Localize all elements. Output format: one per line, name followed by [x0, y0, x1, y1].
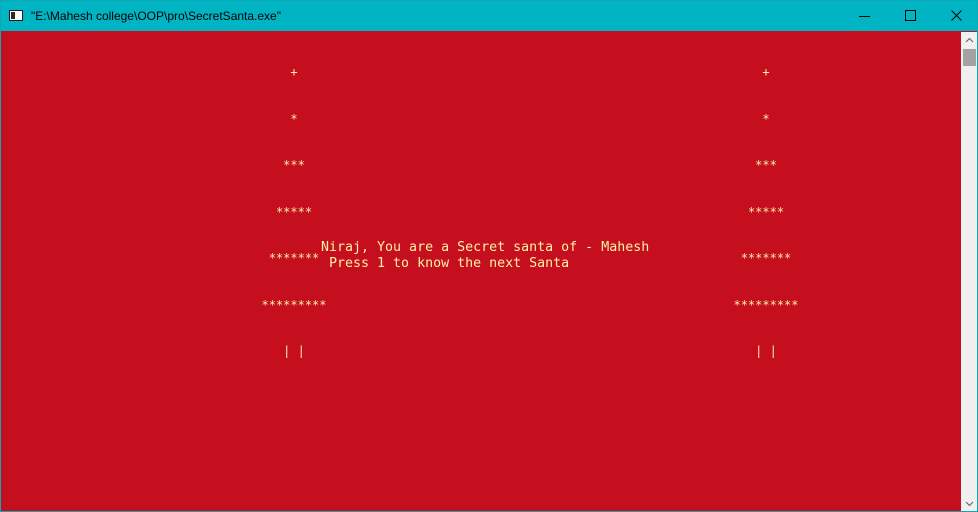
- scroll-down-arrow-icon: [965, 501, 974, 507]
- scroll-thumb[interactable]: [963, 49, 976, 66]
- secret-santa-message: Niraj, You are a Secret santa of - Mahes…: [321, 240, 650, 255]
- minimize-icon: [859, 16, 870, 17]
- console-output[interactable]: + * *** ***** ******* ********* | | + * …: [1, 32, 961, 511]
- tree-row: *********: [261, 297, 327, 312]
- tree-row: ***: [283, 158, 305, 172]
- tree-row: +: [290, 65, 298, 79]
- close-button[interactable]: [934, 1, 977, 31]
- next-santa-prompt: Press 1 to know the next Santa: [321, 256, 570, 271]
- tree-row: *: [290, 111, 298, 126]
- tree-row: *****: [747, 204, 785, 219]
- close-icon: [951, 10, 962, 21]
- scroll-down-button[interactable]: [961, 495, 977, 511]
- minimize-button[interactable]: [842, 1, 888, 31]
- scroll-up-arrow-icon: [965, 37, 974, 43]
- christmas-tree-right: + * *** ***** ******* ********* | |: [721, 34, 811, 391]
- vertical-scrollbar[interactable]: [961, 32, 977, 511]
- scroll-up-button[interactable]: [961, 32, 977, 49]
- tree-row: *****: [275, 204, 313, 219]
- tree-trunk: | |: [755, 344, 777, 358]
- title-bar[interactable]: "E:\Mahesh college\OOP\pro\SecretSanta.e…: [1, 1, 977, 31]
- tree-row: *********: [733, 297, 799, 312]
- tree-row: +: [762, 65, 770, 79]
- tree-row: *******: [740, 251, 792, 265]
- tree-trunk: | |: [283, 344, 305, 358]
- tree-row: ***: [755, 158, 777, 172]
- christmas-tree-left: + * *** ***** ******* ********* | |: [249, 34, 339, 391]
- window-title: "E:\Mahesh college\OOP\pro\SecretSanta.e…: [31, 9, 281, 23]
- maximize-icon: [905, 10, 916, 21]
- tree-row: *: [762, 111, 770, 126]
- maximize-button[interactable]: [888, 1, 934, 31]
- console-window: "E:\Mahesh college\OOP\pro\SecretSanta.e…: [0, 0, 978, 512]
- console-app-icon[interactable]: [9, 10, 23, 21]
